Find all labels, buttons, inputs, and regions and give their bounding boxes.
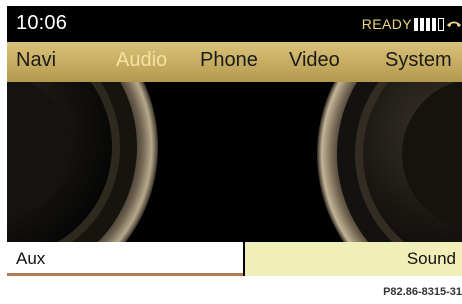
sound-button[interactable]: Sound — [245, 242, 462, 276]
tab-audio[interactable]: Audio — [116, 49, 167, 72]
left-speaker — [7, 6, 158, 276]
speaker-background — [7, 6, 462, 276]
signal-strength-icon — [414, 18, 448, 31]
status-bar: 10:06 READY — [7, 6, 462, 42]
tab-video[interactable]: Video — [289, 49, 340, 72]
right-speaker — [317, 6, 462, 276]
head-unit-screen: 10:06 READY Navi Audio Phone Video Syste… — [7, 6, 462, 276]
main-menu-bar: Navi Audio Phone Video System — [7, 42, 462, 82]
aux-button-label: Aux — [16, 249, 46, 268]
softkey-bar: Aux Sound — [7, 242, 462, 276]
tab-phone[interactable]: Phone — [200, 49, 258, 72]
figure-code: P82.86-8315-31 — [383, 286, 462, 298]
phone-handset-icon — [447, 21, 461, 27]
tab-navi[interactable]: Navi — [16, 49, 56, 72]
tab-system[interactable]: System — [385, 49, 452, 72]
ready-indicator: READY — [361, 16, 412, 32]
clock: 10:06 — [16, 12, 68, 34]
aux-button[interactable]: Aux — [7, 242, 243, 276]
sound-button-label: Sound — [406, 249, 456, 268]
speaker-graphic — [7, 6, 462, 276]
